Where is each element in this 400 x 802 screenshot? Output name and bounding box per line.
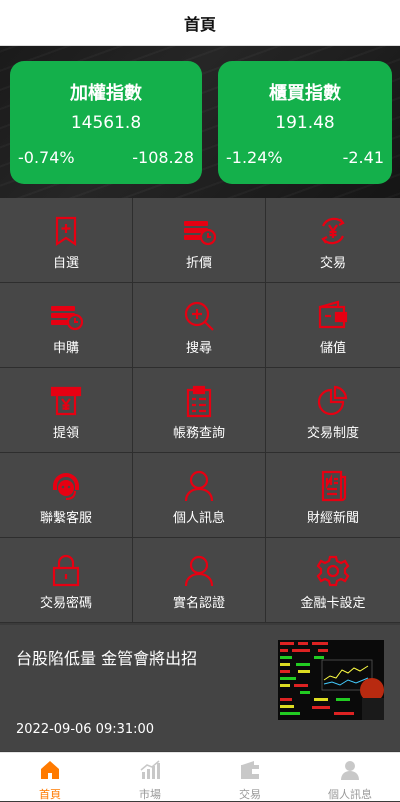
tab-market[interactable]: 市場 [100,753,200,801]
index-name: 加權指數 [70,83,142,104]
index-change: -108.28 [132,148,194,167]
index-percent: -0.74% [18,148,75,167]
index-card-otc[interactable]: 櫃買指數 191.48 -1.24% -2.41 [218,61,392,184]
tab-personal-messages[interactable]: 個人訊息 [300,753,400,801]
user-icon [184,470,214,502]
home-icon [41,761,59,779]
feature-menu-grid: 自選 折價 交易 申購 搜尋 儲值 提領 帳務查詢 交易制度 聯繫客服 個人訊息… [0,198,400,623]
menu-label: 提領 [52,426,79,441]
menu-label: 帳務查詢 [172,426,225,441]
atm-yen-icon [50,386,82,416]
menu-label: 財經新聞 [306,511,359,526]
index-change: -2.41 [342,148,384,167]
index-card-taiex[interactable]: 加權指數 14561.8 -0.74% -108.28 [10,61,202,184]
index-banner: 加權指數 14561.8 -0.74% -108.28 櫃買指數 191.48 … [0,46,400,198]
menu-subscribe[interactable]: 申購 [0,283,133,368]
menu-customer-service[interactable]: 聯繫客服 [0,453,133,538]
yen-exchange-icon [321,217,345,245]
menu-label: 自選 [52,256,79,271]
menu-label: 折價 [185,256,212,271]
index-value: 191.48 [275,113,335,133]
news-item[interactable]: 台股陷低量 金管會將出招 2022-09-06 09:31:00 [0,625,400,751]
pie-chart-icon [317,385,348,416]
index-value: 14561.8 [70,113,142,133]
menu-label: 搜尋 [185,341,212,356]
news-title: 台股陷低量 金管會將出招 [16,649,198,668]
menu-label: 金融卡設定 [300,596,366,611]
menu-withdraw[interactable]: 提領 [0,368,133,453]
bookmark-plus-icon [55,216,77,247]
stock-board-image [278,640,384,720]
search-plus-icon [184,301,214,331]
wallet-icon [318,300,348,329]
menu-label: 實名認證 [172,596,225,611]
menu-account-query[interactable]: 帳務查詢 [133,368,266,453]
menu-label: 申購 [52,341,79,356]
menu-search[interactable]: 搜尋 [133,283,266,368]
menu-label: 儲值 [319,341,346,356]
index-percent: -1.24% [226,148,283,167]
newspaper-icon [321,470,347,502]
menu-personal-messages[interactable]: 個人訊息 [133,453,266,538]
menu-label: 交易 [319,256,346,271]
bottom-tab-bar: 首頁 市場 交易 個人訊息 [0,752,400,801]
menu-discount[interactable]: 折價 [133,198,266,283]
menu-watchlist[interactable]: 自選 [0,198,133,283]
menu-trading-rules[interactable]: 交易制度 [266,368,400,453]
index-name: 櫃買指數 [269,83,341,104]
news-timestamp: 2022-09-06 09:31:00 [16,722,155,737]
tab-home[interactable]: 首頁 [0,753,100,801]
user-icon [184,555,214,587]
menu-bank-card-settings[interactable]: 金融卡設定 [266,538,400,623]
clipboard-list-icon [186,385,212,418]
wallet-icon [241,761,259,779]
customer-service-icon [53,473,79,500]
menu-deposit[interactable]: 儲值 [266,283,400,368]
menu-label: 個人訊息 [172,511,225,526]
top-bar: 首頁 [0,0,400,46]
menu-trade[interactable]: 交易 [266,198,400,283]
tab-trade[interactable]: 交易 [200,753,300,801]
menu-label: 交易密碼 [39,596,92,611]
coins-clock-icon [184,221,216,246]
menu-trade-password[interactable]: 交易密碼 [0,538,133,623]
gear-icon [316,555,350,587]
menu-label: 聯繫客服 [39,511,92,526]
menu-identity-verification[interactable]: 實名認證 [133,538,266,623]
news-thumbnail [278,640,384,720]
menu-financial-news[interactable]: 財經新聞 [266,453,400,538]
lock-icon [52,554,80,587]
menu-label: 交易制度 [306,426,359,441]
user-icon [341,761,359,780]
market-chart-icon [140,760,160,779]
coins-clock-icon [51,306,83,331]
page-title: 首頁 [183,14,216,34]
